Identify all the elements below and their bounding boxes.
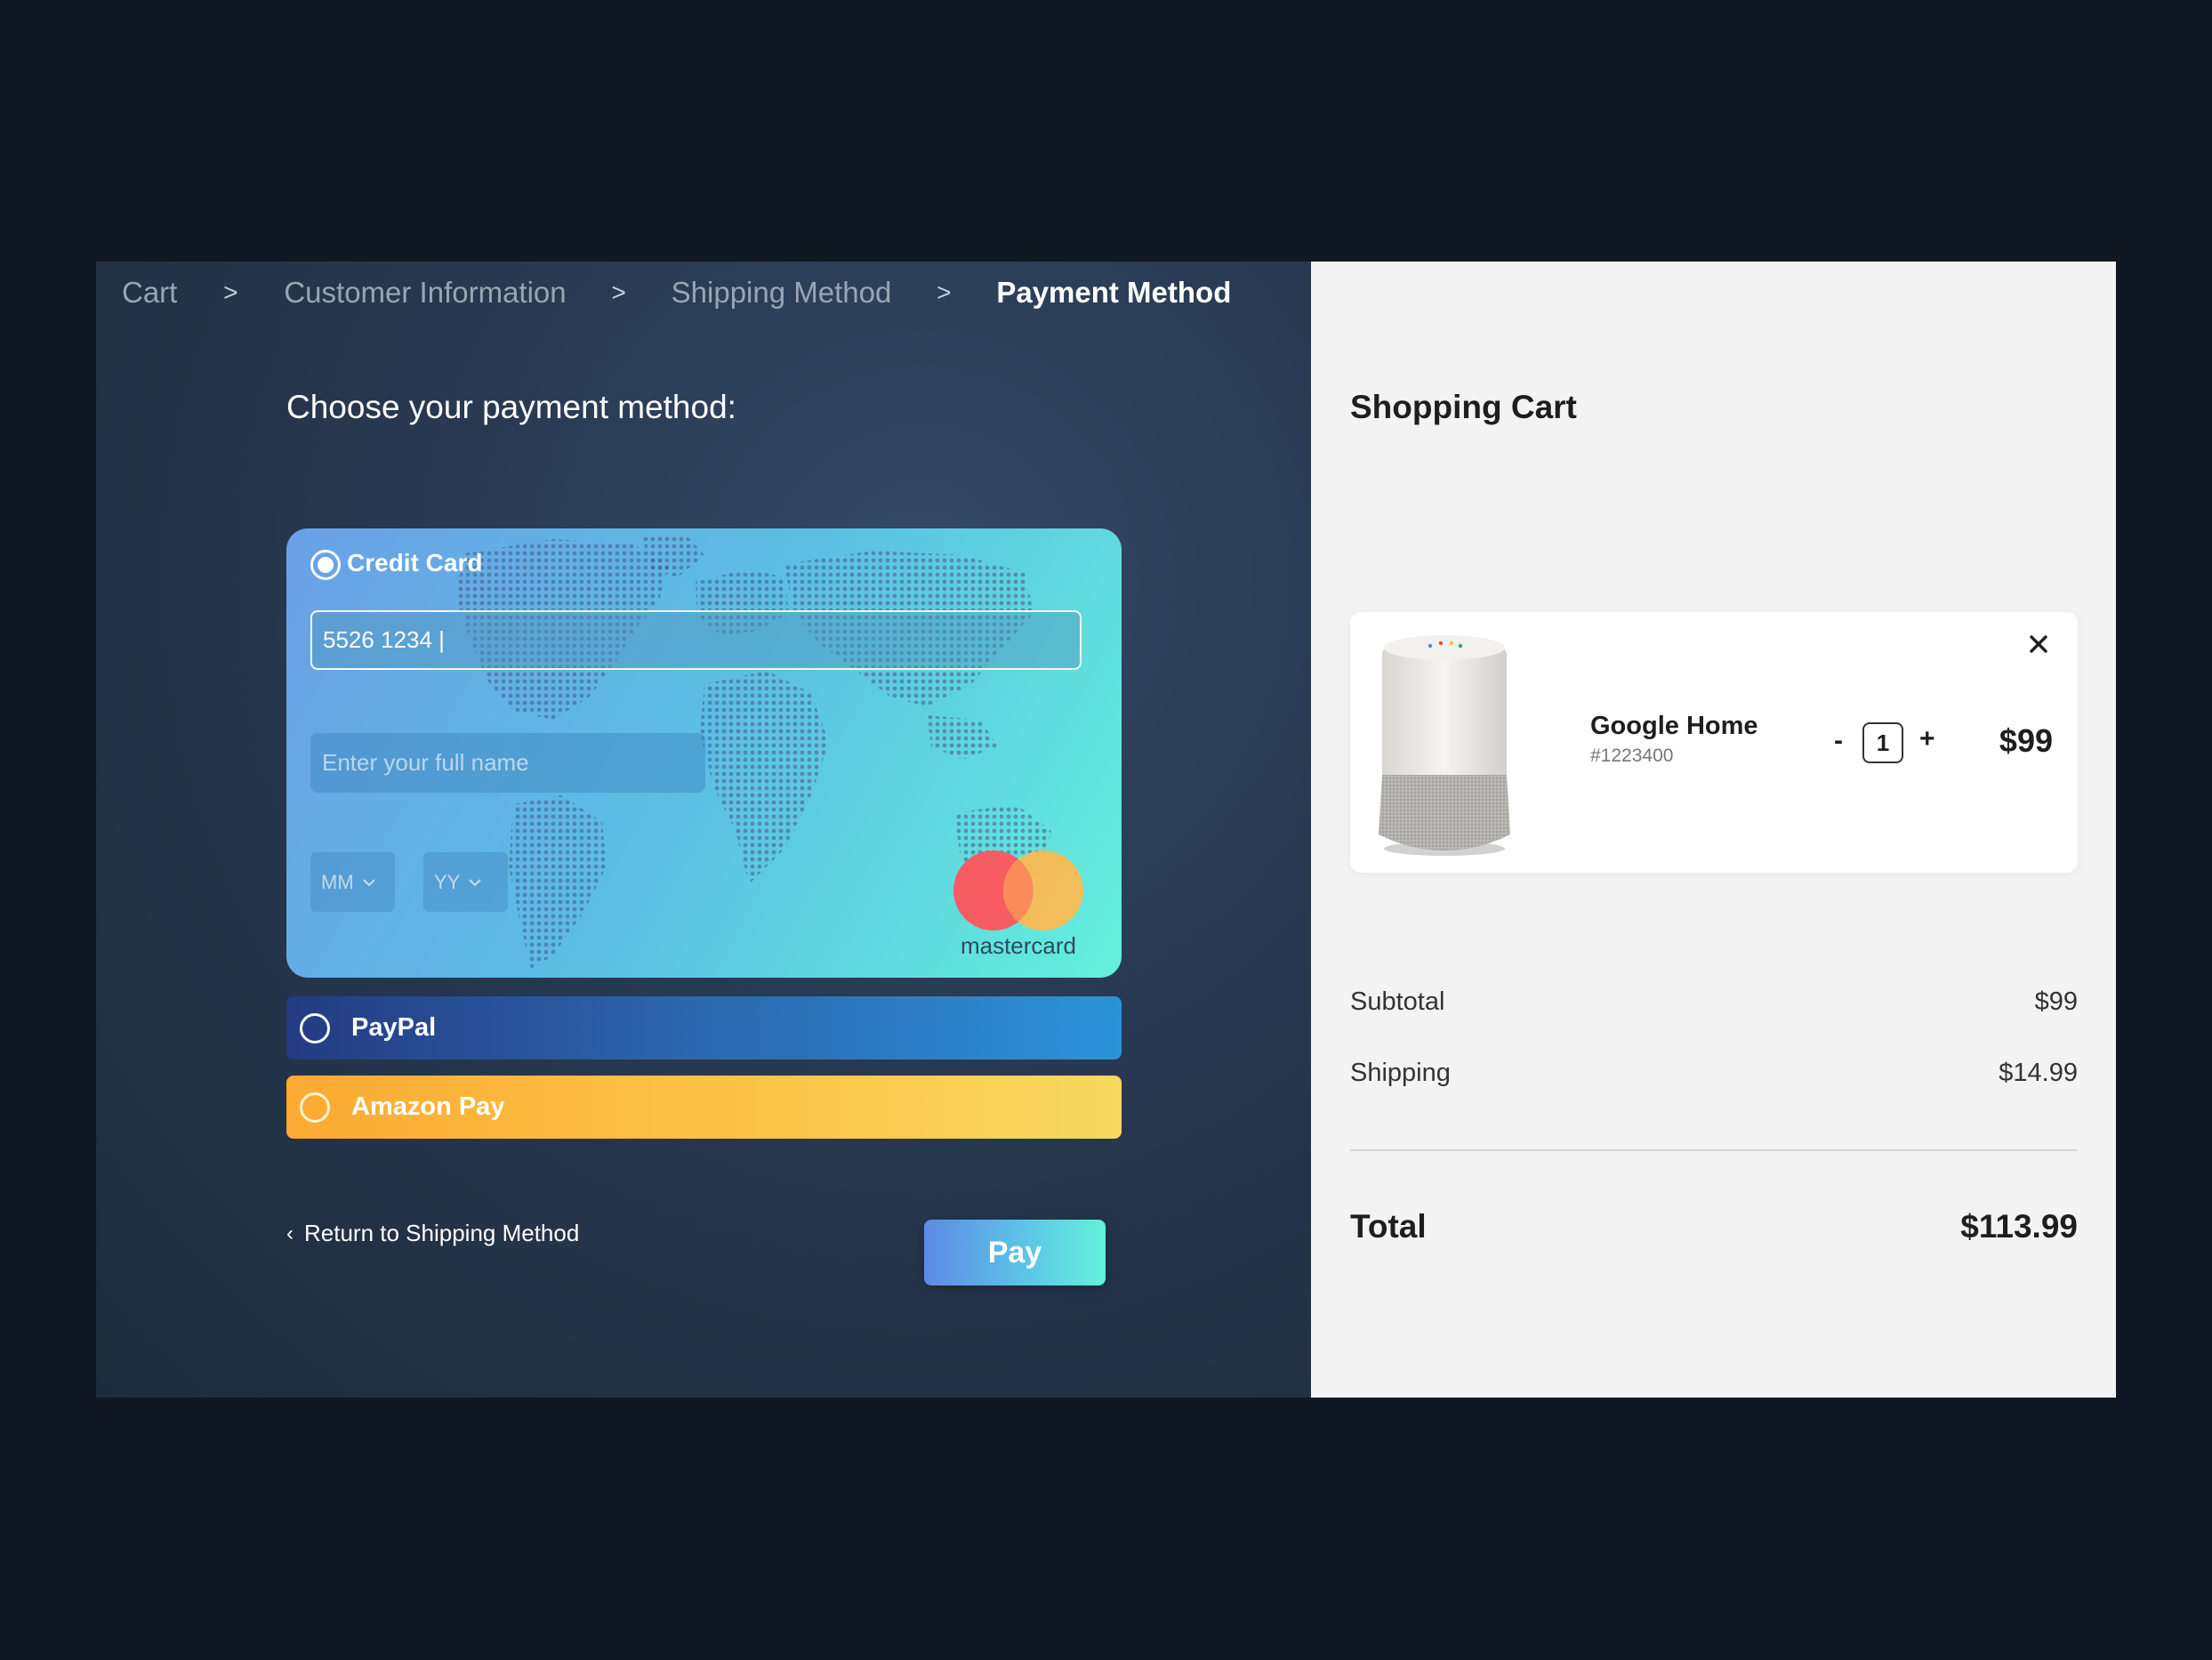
- total-row: Total $113.99: [1350, 1208, 2078, 1245]
- return-to-shipping-link[interactable]: ‹ Return to Shipping Method: [286, 1220, 579, 1247]
- google-home-image: [1379, 635, 1510, 856]
- item-sku: #1223400: [1590, 745, 1674, 766]
- close-icon[interactable]: [2026, 632, 2051, 657]
- mastercard-text: mastercard: [960, 932, 1077, 959]
- amazon-pay-radio[interactable]: [300, 1092, 330, 1123]
- item-price: $99: [1999, 722, 2053, 759]
- divider: [1350, 1149, 2078, 1151]
- credit-card-radio[interactable]: [310, 550, 341, 580]
- decrease-quantity-button[interactable]: -: [1834, 726, 1843, 756]
- paypal-option[interactable]: PayPal: [286, 996, 1122, 1060]
- payment-heading: Choose your payment method:: [286, 389, 736, 425]
- month-placeholder: MM: [321, 870, 354, 893]
- cardholder-name-input[interactable]: Enter your full name: [310, 733, 705, 793]
- paypal-label: PayPal: [351, 1013, 437, 1042]
- amazon-pay-label: Amazon Pay: [351, 1092, 505, 1121]
- increase-quantity-button[interactable]: +: [1919, 724, 1935, 754]
- breadcrumb-shipping-method[interactable]: Shipping Method: [672, 276, 892, 310]
- cart-item: Google Home #1223400 - 1 + $99: [1350, 612, 2078, 873]
- payment-panel: Cart > Customer Information > Shipping M…: [96, 262, 1311, 1398]
- quantity-field[interactable]: 1: [1862, 722, 1903, 763]
- chevron-right-icon: >: [223, 278, 238, 306]
- checkout-frame: Cart > Customer Information > Shipping M…: [96, 262, 2116, 1398]
- total-label: Total: [1350, 1208, 1427, 1245]
- credit-card-label: Credit Card: [347, 549, 483, 576]
- shipping-label: Shipping: [1350, 1059, 1451, 1087]
- expiry-year-select[interactable]: YY: [423, 852, 508, 912]
- chevron-down-icon: [469, 878, 482, 886]
- breadcrumb-customer-information[interactable]: Customer Information: [284, 276, 566, 310]
- credit-card-option[interactable]: Credit Card Enter your full name MM YY m…: [286, 528, 1122, 978]
- amazon-pay-option[interactable]: Amazon Pay: [286, 1076, 1122, 1139]
- pay-button[interactable]: Pay: [924, 1220, 1106, 1285]
- card-number-input[interactable]: [310, 610, 1082, 670]
- subtotal-row: Subtotal $99: [1350, 987, 2078, 1017]
- chevron-down-icon: [362, 878, 375, 886]
- item-name: Google Home: [1590, 712, 1758, 740]
- subtotal-label: Subtotal: [1350, 987, 1445, 1016]
- return-link-label: Return to Shipping Method: [304, 1220, 580, 1246]
- chevron-left-icon: ‹: [286, 1221, 294, 1245]
- chevron-right-icon: >: [611, 278, 626, 306]
- cart-title: Shopping Cart: [1350, 389, 1577, 425]
- breadcrumb-payment-method: Payment Method: [996, 276, 1232, 309]
- shopping-cart-panel: Shopping Cart Google Home #1223400 - 1 +…: [1311, 262, 2116, 1398]
- total-value: $113.99: [1960, 1208, 2078, 1245]
- paypal-radio[interactable]: [300, 1012, 330, 1044]
- expiry-month-select[interactable]: MM: [310, 852, 395, 912]
- shipping-value: $14.99: [1999, 1059, 2078, 1087]
- subtotal-value: $99: [2034, 987, 2078, 1016]
- breadcrumb-cart[interactable]: Cart: [122, 276, 177, 310]
- breadcrumb: Cart > Customer Information > Shipping M…: [122, 270, 1231, 315]
- shipping-row: Shipping $14.99: [1350, 1059, 2078, 1088]
- year-placeholder: YY: [434, 870, 461, 893]
- chevron-right-icon: >: [937, 278, 952, 306]
